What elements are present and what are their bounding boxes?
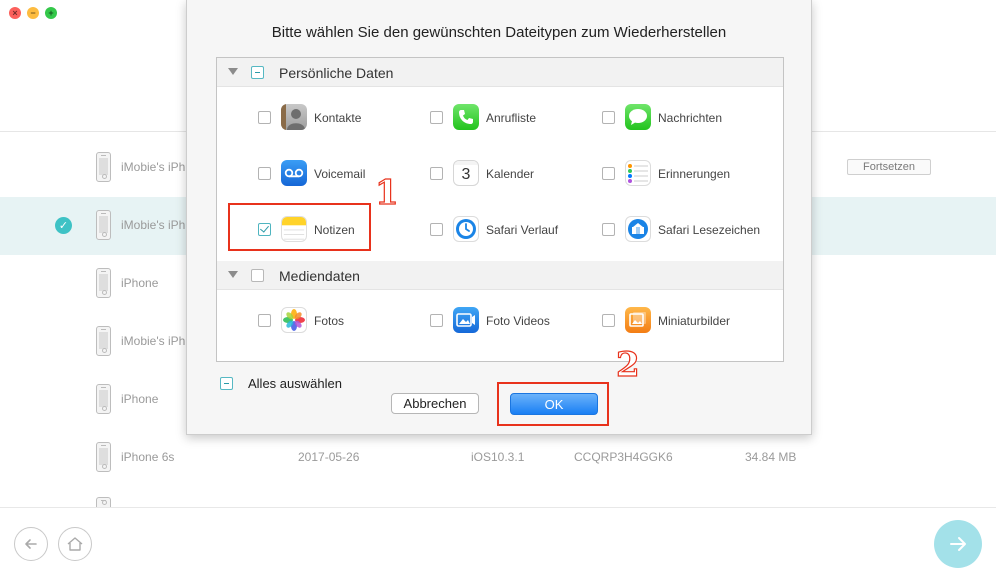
item-photos[interactable]: Fotos [258,306,418,336]
item-checkbox[interactable] [430,167,443,180]
item-contacts[interactable]: Kontakte [258,103,418,133]
item-checkbox[interactable] [430,111,443,124]
thumbnails-icon [625,307,651,333]
item-checkbox[interactable] [602,167,615,180]
home-icon [67,537,83,551]
home-button[interactable] [58,527,92,561]
device-size: 34.84 MB [745,450,797,464]
safari-history-icon [453,216,479,242]
iphone-icon [96,442,111,472]
annotation-highlight-notes [228,203,371,251]
section-checkbox-personal[interactable] [251,66,264,79]
iphone-icon [96,384,111,414]
device-row[interactable]: iPhone 6s 2017-05-26 iOS10.3.1 CCQRP3H4G… [0,429,996,487]
item-checkbox[interactable] [258,314,271,327]
item-checkbox[interactable] [602,111,615,124]
footer-divider [0,507,996,508]
item-label: Kontakte [314,111,362,125]
device-name: iPhone [121,392,159,406]
item-checkbox[interactable] [430,314,443,327]
item-label: Voicemail [314,167,366,181]
iphone-icon [96,268,111,298]
device-name: iPhone 6s [121,450,175,464]
minimize-window-button[interactable]: − [27,7,39,19]
iphone-icon [96,497,111,507]
next-button[interactable] [934,520,982,568]
device-name: iMobie's iPh [121,218,186,232]
item-label: Erinnerungen [658,167,731,181]
item-checkbox[interactable] [602,314,615,327]
messages-icon [625,104,651,130]
annotation-highlight-ok [497,382,609,426]
item-label: Anrufliste [486,111,537,125]
close-window-button[interactable]: × [9,7,21,19]
item-label: Fotos [314,314,345,328]
item-photo-videos[interactable]: Foto Videos [430,306,590,336]
item-label: Foto Videos [486,314,550,328]
section-header-personal[interactable]: Persönliche Daten [217,58,783,87]
reminders-icon [625,160,651,186]
item-safari-history[interactable]: Safari Verlauf [430,215,590,245]
section-label: Mediendaten [279,268,360,284]
iphone-icon [96,152,111,182]
device-serial: CCQRP3H4GGK6 [574,450,673,464]
disclosure-triangle-icon[interactable] [228,271,238,278]
safari-bookmarks-icon [625,216,651,242]
section-checkbox-media[interactable] [251,269,264,282]
item-label: Safari Verlauf [486,223,559,237]
section-label: Persönliche Daten [279,65,394,81]
device-name: iMobie's iPh [121,334,186,348]
section-header-media[interactable]: Mediendaten [217,261,783,290]
cancel-button[interactable]: Abbrechen [391,393,479,414]
iphone-icon [96,210,111,240]
item-label: Safari Lesezeichen [658,223,761,237]
back-button[interactable] [14,527,48,561]
item-label: Miniaturbilder [658,314,731,328]
resume-button[interactable]: Fortsetzen [847,159,931,175]
photos-icon [281,307,307,333]
item-calendar[interactable]: 3 Kalender [430,159,590,189]
item-checkbox[interactable] [258,111,271,124]
annotation-step-1: 1 [374,173,399,213]
item-checkbox[interactable] [258,167,271,180]
item-messages[interactable]: Nachrichten [602,103,762,133]
item-checkbox[interactable] [602,223,615,236]
device-name: iPhone [121,276,159,290]
forward-arrow-icon [950,537,966,551]
device-ios-version: iOS10.3.1 [471,450,525,464]
phone-icon [453,104,479,130]
contacts-icon [281,104,307,130]
iphone-icon [96,326,111,356]
disclosure-triangle-icon[interactable] [228,68,238,75]
item-safari-bookmarks[interactable]: Safari Lesezeichen [602,215,762,245]
annotation-step-2: 2 [615,345,640,385]
device-name: iMobie's iPh [121,160,186,174]
back-arrow-icon [25,539,37,549]
item-checkbox[interactable] [430,223,443,236]
item-label: Kalender [486,167,535,181]
window-controls: × − + [9,7,57,19]
photo-videos-icon [453,307,479,333]
calendar-icon: 3 [453,160,479,186]
item-reminders[interactable]: Erinnerungen [602,159,762,189]
dialog-title: Bitte wählen Sie den gewünschten Dateity… [271,24,727,41]
voicemail-icon [281,160,307,186]
selected-check-icon: ✓ [55,217,72,234]
item-thumbnails[interactable]: Miniaturbilder [602,306,762,336]
device-backup-date: 2017-05-26 [298,450,360,464]
select-all-checkbox[interactable] [220,377,233,390]
item-call-history[interactable]: Anrufliste [430,103,590,133]
zoom-window-button[interactable]: + [45,7,57,19]
item-label: Nachrichten [658,111,723,125]
select-all-label: Alles auswählen [248,376,342,391]
